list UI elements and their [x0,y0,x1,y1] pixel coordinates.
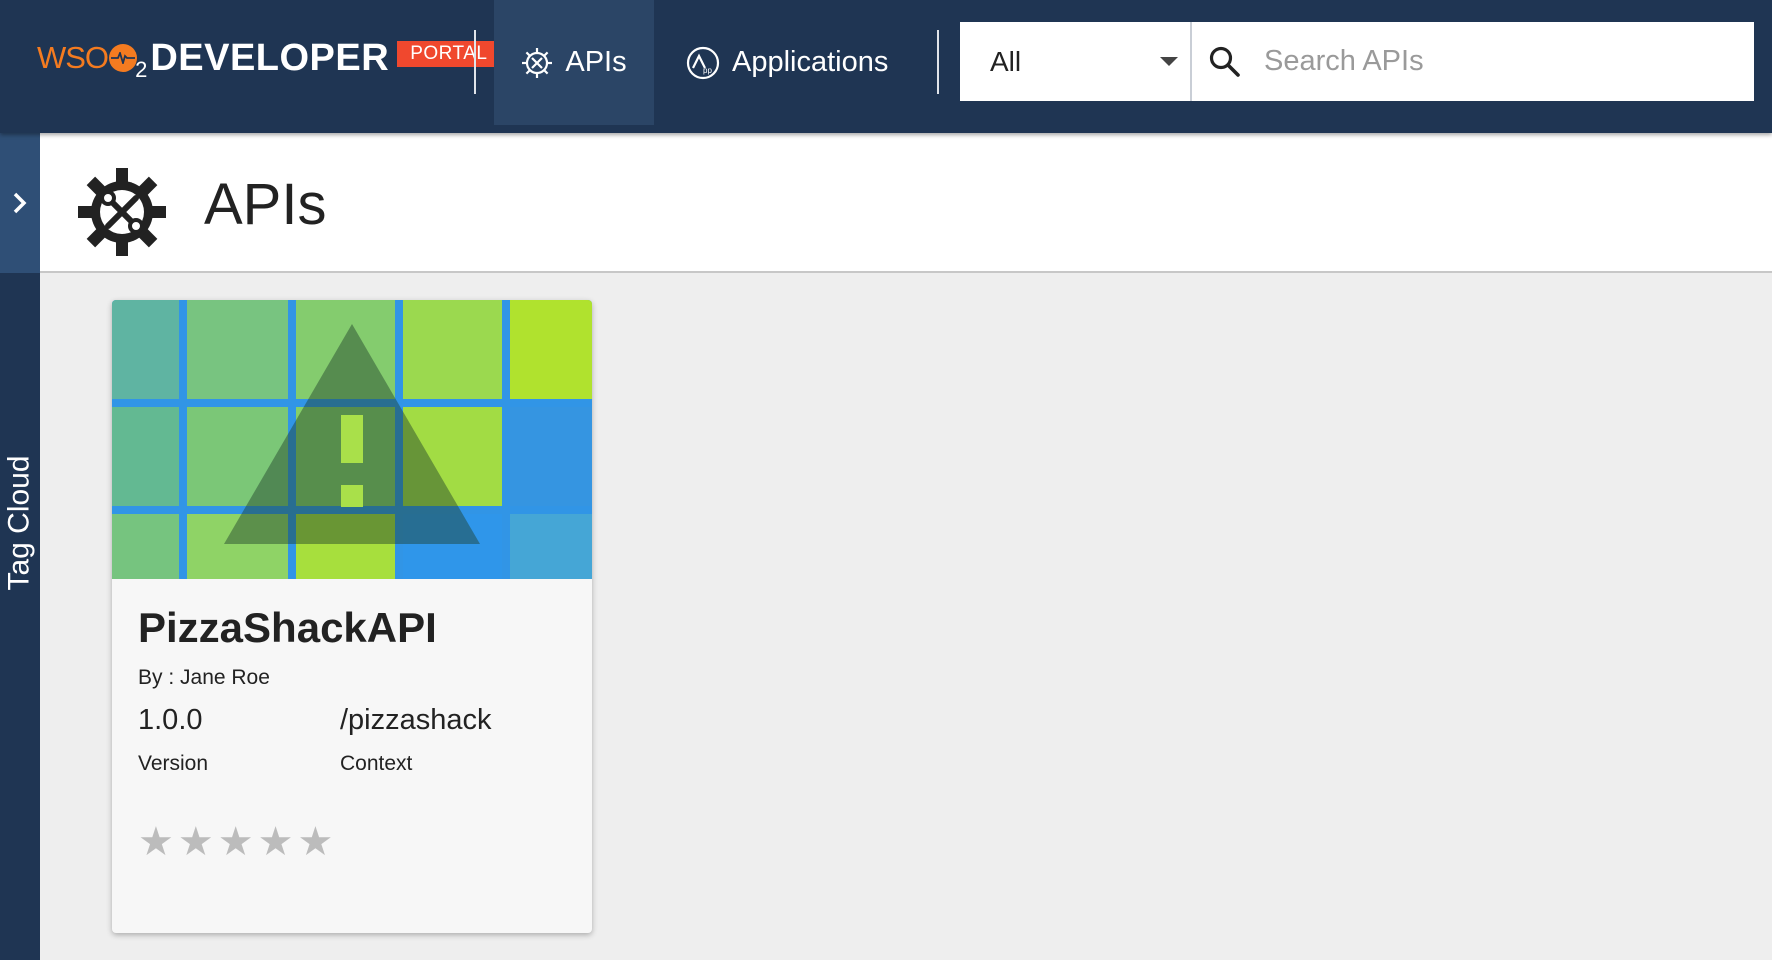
header-divider [937,30,939,94]
svg-text:pp: pp [703,66,712,75]
logo-portal-badge: PORTAL [397,41,501,67]
tag-cloud-label: Tag Cloud [3,455,36,591]
api-rating[interactable]: ★ ★ ★ ★ ★ [138,822,333,862]
gear-wrench-icon [521,47,553,79]
api-context-label: Context [340,752,413,775]
api-version-label: Version [138,752,209,775]
nav-applications-label: Applications [732,46,889,78]
page-title: APIs [204,172,327,237]
search-filter-value: All [990,45,1022,77]
tag-cloud-tab[interactable]: Tag Cloud [0,443,40,603]
applications-icon: pp [686,46,720,80]
api-context-value: /pizzashack [340,704,492,736]
nav-applications[interactable]: pp Applications [686,0,888,125]
search-input[interactable] [1262,44,1746,79]
wso2-developer-portal-logo[interactable]: WSO 2 DEVELOPER PORTAL [37,36,501,82]
star-icon[interactable]: ★ [138,822,174,862]
logo-product: DEVELOPER [150,36,390,79]
api-version-value: 1.0.0 [138,704,203,736]
sidebar-toggle-button[interactable] [0,133,40,273]
star-icon[interactable]: ★ [258,822,294,862]
api-author: By : Jane Roe [138,666,270,689]
api-name[interactable]: PizzaShackAPI [138,604,437,652]
page-header: APIs [40,133,1772,273]
search-filter-select[interactable]: All [960,22,1192,101]
search-icon[interactable] [1208,45,1242,79]
api-thumbnail[interactable] [112,300,592,579]
star-icon[interactable]: ★ [178,822,214,862]
star-icon[interactable]: ★ [297,822,333,862]
api-card[interactable]: PizzaShackAPI By : Jane Roe 1.0.0 /pizza… [112,300,592,933]
left-sidebar: Tag Cloud [0,133,40,960]
header-divider [474,30,476,94]
top-navbar: WSO 2 DEVELOPER PORTAL APIs pp Applicati… [0,0,1772,133]
nav-apis[interactable]: APIs [494,0,654,125]
caret-down-icon [1160,57,1178,66]
logo-pulse-icon [109,44,138,72]
search-bar: All [960,22,1754,101]
nav-apis-label: APIs [565,46,627,78]
chevron-right-icon [13,192,27,214]
star-icon[interactable]: ★ [218,822,254,862]
logo-brand: WSO 2 [37,40,147,82]
gear-wrench-icon [78,168,166,261]
